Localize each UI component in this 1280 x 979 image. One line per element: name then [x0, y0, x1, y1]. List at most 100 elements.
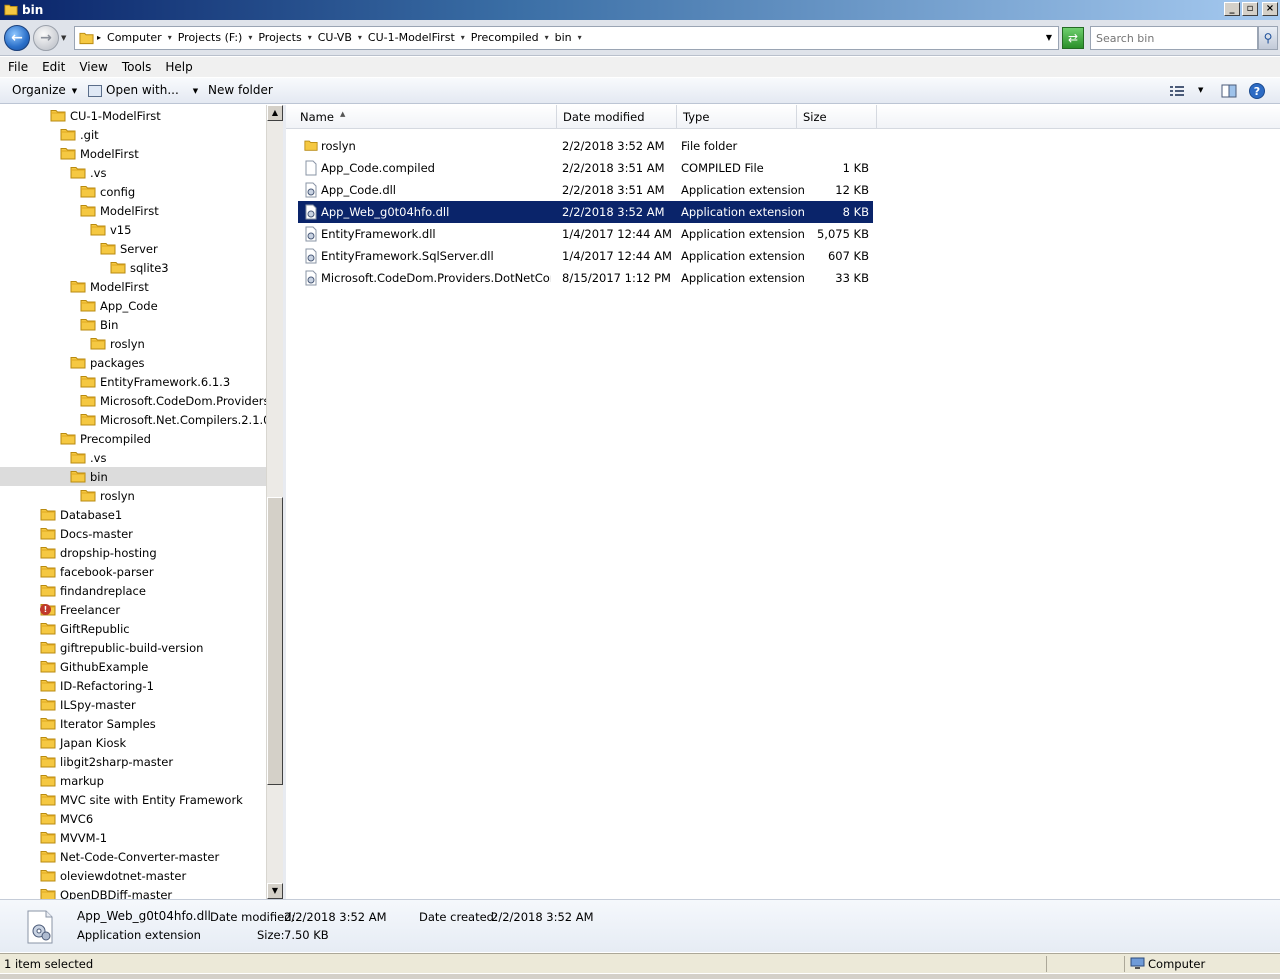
breadcrumb-item[interactable]: Projects (F:): [178, 31, 243, 44]
organize-button[interactable]: Organize ▼: [12, 83, 77, 97]
views-dropdown-icon[interactable]: ▼: [1198, 86, 1203, 94]
tree-item[interactable]: Microsoft.Net.Compilers.2.1.0: [0, 410, 266, 429]
scroll-thumb[interactable]: [267, 497, 283, 785]
file-row[interactable]: EntityFramework.SqlServer.dll 1/4/2017 12…: [298, 245, 873, 267]
tree-item[interactable]: sqlite3: [0, 258, 266, 277]
tree-item[interactable]: GithubExample: [0, 657, 266, 676]
breadcrumb-separator-icon[interactable]: ▾: [578, 33, 582, 42]
breadcrumb-separator-icon[interactable]: ▾: [358, 33, 362, 42]
recent-pages-dropdown[interactable]: ▼: [61, 34, 66, 42]
breadcrumb-item[interactable]: Computer: [107, 31, 162, 44]
breadcrumb-item[interactable]: bin: [555, 31, 572, 44]
scroll-down-button[interactable]: ▼: [267, 883, 283, 899]
breadcrumb-separator-icon[interactable]: ▾: [248, 33, 252, 42]
help-icon[interactable]: ?: [1248, 82, 1266, 100]
tree-item[interactable]: markup: [0, 771, 266, 790]
tree-item[interactable]: oleviewdotnet-master: [0, 866, 266, 885]
tree-item[interactable]: v15: [0, 220, 266, 239]
tree-item[interactable]: EntityFramework.6.1.3: [0, 372, 266, 391]
refresh-button[interactable]: ⇄: [1062, 27, 1084, 49]
maximize-button[interactable]: ▫: [1242, 2, 1258, 16]
tree-item[interactable]: Server: [0, 239, 266, 258]
file-row[interactable]: roslyn 2/2/2018 3:52 AM File folder: [298, 135, 873, 157]
tree-item[interactable]: Microsoft.CodeDom.Providers.: [0, 391, 266, 410]
tree-item[interactable]: MVC site with Entity Framework: [0, 790, 266, 809]
tree-item[interactable]: config: [0, 182, 266, 201]
forward-button[interactable]: →: [33, 25, 59, 51]
tree-item[interactable]: packages: [0, 353, 266, 372]
tree-item[interactable]: ModelFirst: [0, 201, 266, 220]
tree-item[interactable]: CU-1-ModelFirst: [0, 106, 266, 125]
file-row[interactable]: App_Web_g0t04hfo.dll 2/2/2018 3:52 AM Appl…: [298, 201, 873, 223]
column-size[interactable]: Size: [797, 105, 877, 129]
tree-item[interactable]: ModelFirst: [0, 277, 266, 296]
file-row[interactable]: EntityFramework.dll 1/4/2017 12:44 AM Appl…: [298, 223, 873, 245]
column-name[interactable]: Name ▲: [294, 105, 557, 129]
tree-item[interactable]: facebook-parser: [0, 562, 266, 581]
tree-item[interactable]: MVC6: [0, 809, 266, 828]
close-button[interactable]: ×: [1262, 2, 1278, 16]
tree-item[interactable]: roslyn: [0, 334, 266, 353]
breadcrumb[interactable]: ▸ Computer ▾ Projects (F:) ▾ Projects ▾ CU-VB ▾…: [74, 26, 1059, 50]
menu-view[interactable]: View: [73, 60, 113, 74]
folder-icon: [70, 469, 86, 483]
navigation-tree[interactable]: CU-1-ModelFirst .git ModelFirst .vs config Mo…: [0, 105, 266, 899]
column-date-modified[interactable]: Date modified: [557, 105, 677, 129]
column-type[interactable]: Type: [677, 105, 797, 129]
status-bar: 1 item selected Computer: [0, 953, 1280, 973]
file-list[interactable]: Name ▲ Date modified Type Size roslyn 2/2/…: [286, 105, 1280, 899]
menu-file[interactable]: File: [0, 60, 34, 74]
views-icon[interactable]: [1168, 82, 1186, 100]
tree-item[interactable]: App_Code: [0, 296, 266, 315]
breadcrumb-item[interactable]: CU-VB: [318, 31, 352, 44]
chevron-down-icon[interactable]: ▸: [97, 33, 101, 42]
breadcrumb-separator-icon[interactable]: ▾: [461, 33, 465, 42]
tree-item[interactable]: .vs: [0, 448, 266, 467]
menu-edit[interactable]: Edit: [36, 60, 71, 74]
address-history-dropdown[interactable]: ▼: [1046, 33, 1052, 42]
search-input[interactable]: [1096, 28, 1236, 48]
tree-item[interactable]: OpenDBDiff-master: [0, 885, 266, 899]
tree-item[interactable]: ModelFirst: [0, 144, 266, 163]
breadcrumb-item[interactable]: Projects: [258, 31, 301, 44]
tree-item[interactable]: ID-Refactoring-1: [0, 676, 266, 695]
tree-scrollbar[interactable]: ▲ ▼: [266, 105, 283, 899]
tree-item[interactable]: Docs-master: [0, 524, 266, 543]
search-box[interactable]: [1090, 26, 1258, 50]
file-row[interactable]: Microsoft.CodeDom.Providers.DotNetCompil…: [298, 267, 873, 289]
file-row[interactable]: App_Code.compiled 2/2/2018 3:51 AM COMPILE…: [298, 157, 873, 179]
breadcrumb-separator-icon[interactable]: ▾: [308, 33, 312, 42]
menu-help[interactable]: Help: [159, 60, 198, 74]
search-icon[interactable]: ⚲: [1258, 26, 1278, 50]
preview-pane-icon[interactable]: [1220, 82, 1238, 100]
tree-item[interactable]: Database1: [0, 505, 266, 524]
tree-item[interactable]: Precompiled: [0, 429, 266, 448]
open-with-button[interactable]: Open with... ▼: [88, 83, 198, 97]
breadcrumb-item[interactable]: Precompiled: [471, 31, 539, 44]
tree-item[interactable]: .vs: [0, 163, 266, 182]
tree-item[interactable]: dropship-hosting: [0, 543, 266, 562]
menu-tools[interactable]: Tools: [116, 60, 158, 74]
tree-item[interactable]: bin: [0, 467, 266, 486]
tree-item[interactable]: roslyn: [0, 486, 266, 505]
tree-item[interactable]: Bin: [0, 315, 266, 334]
tree-item[interactable]: Iterator Samples: [0, 714, 266, 733]
tree-item[interactable]: findandreplace: [0, 581, 266, 600]
breadcrumb-item[interactable]: CU-1-ModelFirst: [368, 31, 455, 44]
tree-item[interactable]: Japan Kiosk: [0, 733, 266, 752]
back-button[interactable]: ←: [4, 25, 30, 51]
tree-item[interactable]: Net-Code-Converter-master: [0, 847, 266, 866]
tree-item[interactable]: libgit2sharp-master: [0, 752, 266, 771]
tree-item[interactable]: ! Freelancer: [0, 600, 266, 619]
scroll-up-button[interactable]: ▲: [267, 105, 283, 121]
breadcrumb-separator-icon[interactable]: ▾: [545, 33, 549, 42]
tree-item[interactable]: MVVM-1: [0, 828, 266, 847]
file-row[interactable]: App_Code.dll 2/2/2018 3:51 AM Application …: [298, 179, 873, 201]
tree-item[interactable]: .git: [0, 125, 266, 144]
tree-item[interactable]: ILSpy-master: [0, 695, 266, 714]
tree-item[interactable]: GiftRepublic: [0, 619, 266, 638]
breadcrumb-separator-icon[interactable]: ▾: [168, 33, 172, 42]
new-folder-button[interactable]: New folder: [208, 83, 273, 97]
minimize-button[interactable]: _: [1224, 2, 1240, 16]
tree-item[interactable]: giftrepublic-build-version: [0, 638, 266, 657]
